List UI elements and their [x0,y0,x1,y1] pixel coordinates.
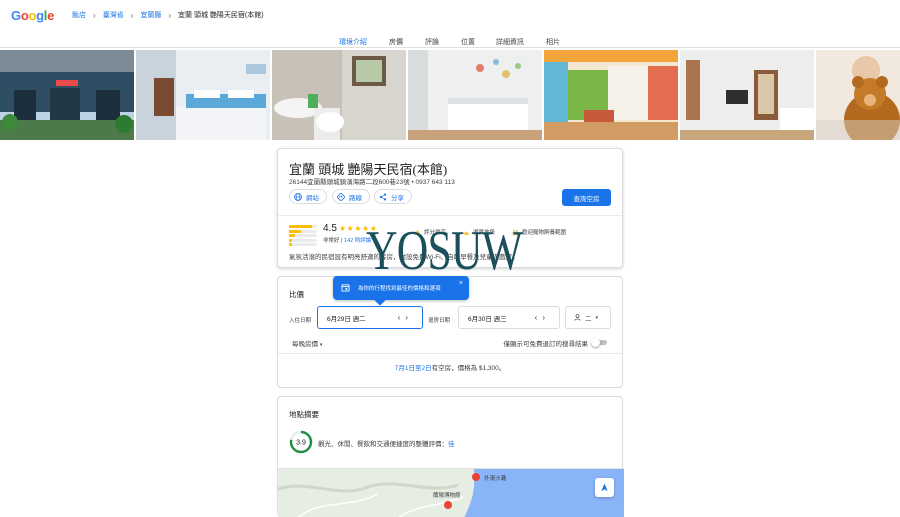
tab-reviews[interactable]: 評論 [425,37,439,47]
photo-room-3[interactable] [680,50,814,140]
feature-label: 歡迎寵物飼養範圍 [522,230,567,236]
tooltip-text: 為你的行程找到最佳的價格和選項 [358,286,441,292]
rating-label: 非常好 | 142 則評論 [323,238,372,244]
rating-bar [289,225,317,228]
breadcrumb-hotels[interactable]: 飯店 [72,10,86,20]
toggle-knob [591,338,600,347]
checkout-label: 退房日期 [428,318,451,324]
tab-details[interactable]: 詳細資訊 [496,37,524,47]
top-bar: Google 飯店 › 臺灣省 › 宜蘭縣 › 宜蘭 頭城 艷陽天民宿(本館) [0,0,900,30]
checkout-value: 6月30日 週三 [468,315,507,323]
section-tabs: 環境介紹 房價 評論 位置 詳細資訊 相片 [0,34,900,52]
chevron-down-icon: ▾ [595,314,599,321]
directions-button[interactable]: 路線 [332,189,370,204]
photo-room-1[interactable] [136,50,270,140]
share-label: 分享 [391,194,404,202]
photo-strip [0,50,900,140]
location-section-title: 地點摘要 [289,410,319,419]
website-label: 網站 [306,194,319,202]
checkin-value: 6月29日 週二 [327,315,366,323]
photo-room-2[interactable] [408,50,542,140]
availability-summary: 7月1日至2日有空房，價格為 $1,300。 [278,362,622,372]
divider [278,353,622,354]
share-icon [379,192,387,201]
breadcrumb-separator-icon: › [130,10,134,20]
tab-prices[interactable]: 房價 [389,37,403,47]
score-rating-link[interactable]: 佳 [448,441,455,448]
hotel-address: 26144宜蘭縣頭城鎮濱海路二段600巷23號 • 0937 643 113 [289,179,455,186]
watermark-text: YOSUW [366,220,523,282]
breadcrumb-province[interactable]: 臺灣省 [103,10,124,20]
checkout-date-field[interactable]: 6月30日 週三 ‹› [458,306,560,329]
location-score-ring: 3.9 [289,430,313,454]
location-summary-card: 地點摘要 3.9 觀光、休閒、餐飲和交通便捷度的整體評價：佳 外澳沙灘 蘭陽博物… [277,396,624,517]
checkin-date-field[interactable]: 6月29日 週二 ‹› [317,306,423,329]
score-desc: 觀光、休閒、餐飲和交通便捷度的整體評價： [318,441,448,448]
map-label: 外澳沙灘 [484,474,507,482]
breadcrumb: 飯店 › 臺灣省 › 宜蘭縣 › 宜蘭 頭城 艷陽天民宿(本館) [72,10,264,20]
divider [278,215,622,216]
website-button[interactable]: 網站 [289,189,327,204]
tab-overview[interactable]: 環境介紹 [335,37,371,52]
caret-down-icon: ▾ [319,342,323,348]
share-button[interactable]: 分享 [374,189,412,204]
location-score: 3.9 [296,440,306,447]
nightly-label: 每晚房價 [292,341,318,348]
check-availability-button[interactable]: 查詢空房 [562,189,611,206]
photo-lounge[interactable] [544,50,678,140]
location-score-description: 觀光、休閒、餐飲和交通便捷度的整體評價：佳 [318,438,455,448]
availability-text: 有空房，價格為 $1,300。 [431,365,506,372]
google-logo[interactable]: Google [11,8,54,23]
calendar-icon [341,284,350,292]
locate-icon[interactable] [595,478,614,497]
location-map[interactable]: 外澳沙灘 蘭陽博物館 [278,468,624,517]
logo-letter: e [47,7,55,23]
logo-letter: g [36,7,44,23]
rating-bar [289,238,317,242]
free-cancel-toggle[interactable] [591,338,608,347]
directions-icon [337,192,345,201]
checkin-label: 入住日期 [289,318,312,324]
directions-label: 路線 [349,194,362,202]
availability-dates-link[interactable]: 7月1日至2日 [395,365,432,372]
photo-teddy-bear[interactable] [816,50,900,140]
map-label: 蘭陽博物館 [433,491,461,499]
free-cancel-label: 僅顯示可免費退訂的搜尋結果 [503,341,589,348]
rating-bar [289,234,317,237]
photo-exterior[interactable] [0,50,134,140]
breadcrumb-current: 宜蘭 頭城 艷陽天民宿(本館) [178,12,264,19]
rating-value: 4.5 [323,223,337,234]
globe-icon [294,192,302,201]
breadcrumb-county[interactable]: 宜蘭縣 [140,10,161,20]
tab-location[interactable]: 位置 [461,37,475,47]
photo-bathroom[interactable] [272,50,406,140]
guests-value: 二 [585,315,592,323]
rating-bar [289,243,317,246]
rating-text: 非常好 [323,238,340,244]
logo-letter: o [28,7,37,23]
date-nav-arrows-icon[interactable]: ‹› [535,313,550,322]
rating-bar [289,229,317,233]
breadcrumb-separator-icon: › [168,10,172,20]
nightly-price-dropdown[interactable]: 每晚房價 ▾ [292,338,322,348]
guests-selector[interactable]: 二 ▾ [565,306,611,329]
tab-photos[interactable]: 相片 [546,37,560,47]
date-nav-arrows-icon[interactable]: ‹› [398,313,413,322]
logo-letter: G [11,7,21,23]
person-icon [574,314,581,321]
rating-distribution [289,225,317,248]
price-section-title: 比價 [289,290,304,299]
breadcrumb-separator-icon: › [93,10,96,20]
